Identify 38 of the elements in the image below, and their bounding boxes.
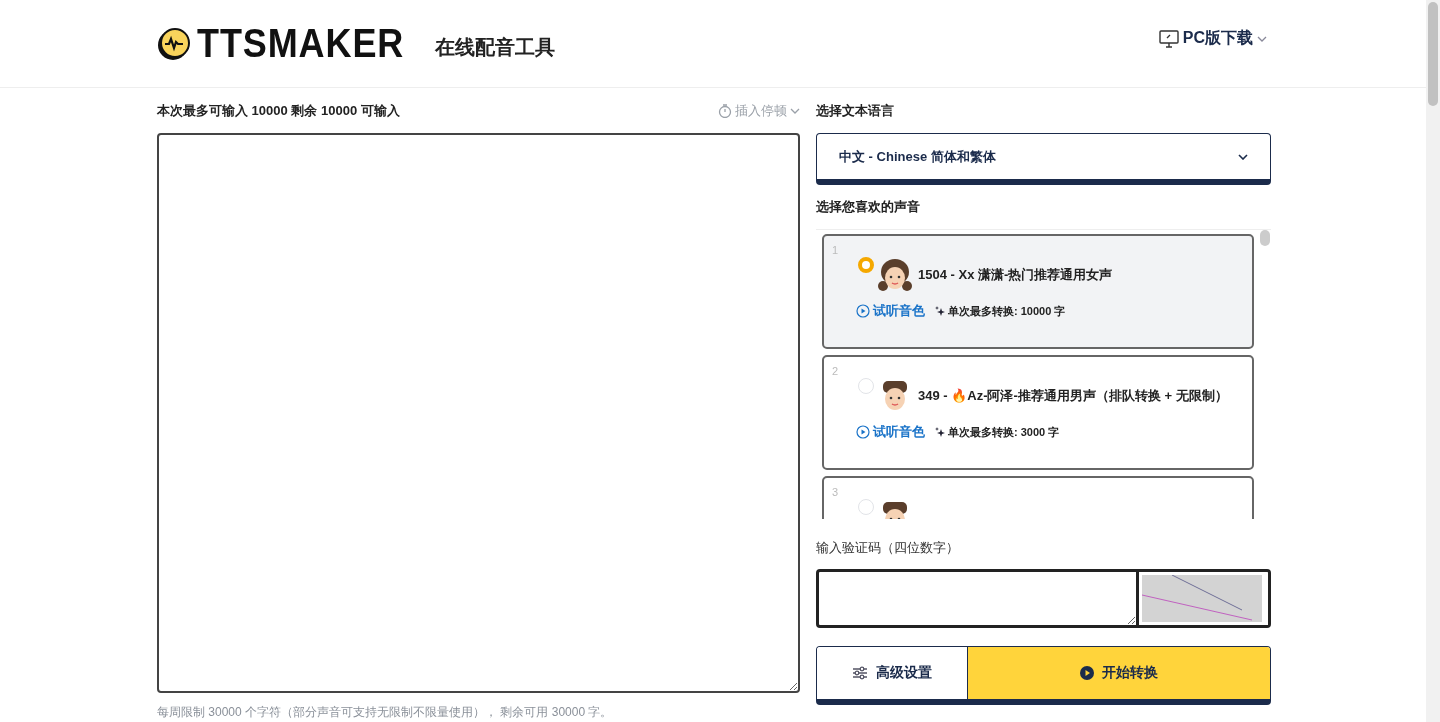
text-input-field[interactable] bbox=[157, 133, 800, 693]
voice-number: 2 bbox=[832, 365, 839, 377]
logo-text: TTSMAKER bbox=[197, 21, 405, 66]
language-select[interactable]: 中文 - Chinese 简体和繁体 bbox=[816, 133, 1271, 185]
caret-icon bbox=[1238, 153, 1248, 160]
sparkle-icon bbox=[935, 305, 945, 317]
timer-icon bbox=[718, 103, 732, 118]
char-limit-text: 本次最多可输入 10000 剩余 10000 可输入 bbox=[157, 101, 400, 120]
logo-icon bbox=[157, 26, 191, 61]
voice-label: 选择您喜欢的声音 bbox=[816, 198, 920, 216]
play-icon bbox=[856, 425, 870, 439]
voice-name: 349 - 🔥Az-阿泽-推荐通用男声（排队转换 + 无限制） bbox=[918, 387, 1228, 405]
preview-link[interactable]: 试听音色 bbox=[856, 302, 925, 320]
chevron-icon bbox=[1257, 35, 1267, 42]
voice-name: 1504 - Xx 潇潇-热门推荐通用女声 bbox=[918, 266, 1113, 284]
play-icon bbox=[1080, 666, 1094, 680]
voice-card[interactable]: 2 349 - 🔥Az-阿泽-推荐通用男声（排队转换 + 无限制） 试听音色 单次最多转换: 3000 字 bbox=[822, 355, 1254, 470]
sliders-icon bbox=[852, 666, 868, 680]
limit-text: 单次最多转换: 10000 字 bbox=[935, 303, 1066, 319]
weekly-limit-text: 每周限制 30000 个字符（部分声音可支持无限制不限量使用）， 剩余可用 30000 字。 bbox=[157, 704, 614, 721]
start-button[interactable]: 开始转换 bbox=[968, 647, 1270, 699]
monitor-icon bbox=[1158, 29, 1179, 48]
sparkle-icon bbox=[935, 426, 945, 438]
limit-text: 单次最多转换: 3000 字 bbox=[935, 424, 1060, 440]
avatar-icon bbox=[878, 257, 912, 293]
settings-button[interactable]: 高级设置 bbox=[817, 647, 968, 699]
scrollbar-thumb[interactable] bbox=[1260, 230, 1270, 246]
radio-selected[interactable] bbox=[858, 257, 874, 273]
chevron-icon bbox=[790, 107, 800, 114]
subtitle: 在线配音工具 bbox=[435, 35, 556, 60]
voice-number: 3 bbox=[832, 486, 839, 498]
language-label: 选择文本语言 bbox=[816, 101, 894, 120]
preview-link[interactable]: 试听音色 bbox=[856, 423, 925, 441]
page-scrollbar-thumb[interactable] bbox=[1428, 2, 1438, 106]
download-button[interactable]: PC版下载 bbox=[1158, 28, 1267, 49]
captcha-input-field[interactable] bbox=[816, 569, 1139, 628]
captcha-label: 输入验证码（四位数字） bbox=[816, 539, 960, 557]
play-icon bbox=[856, 304, 870, 318]
